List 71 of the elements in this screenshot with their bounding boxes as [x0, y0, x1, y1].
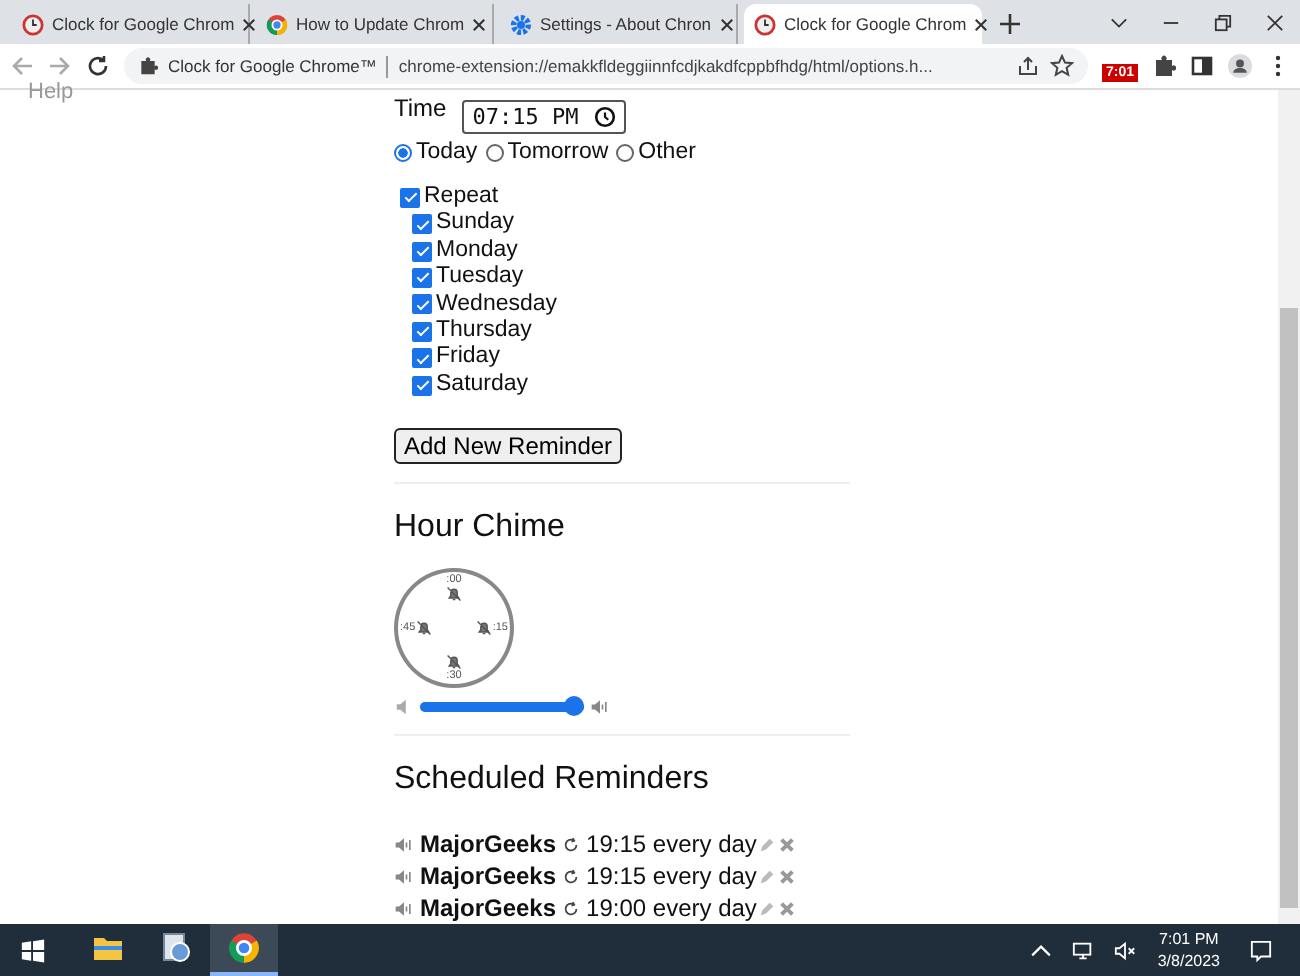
- browser-tab[interactable]: How to Update Chrom: [256, 4, 494, 44]
- gear-icon: [510, 13, 532, 35]
- folder-icon: [92, 932, 124, 964]
- repeat-checkbox[interactable]: Repeat: [400, 184, 499, 211]
- radio-option[interactable]: Tomorrow: [485, 140, 609, 164]
- repeat-icon: [562, 899, 581, 917]
- delete-icon[interactable]: [778, 867, 797, 885]
- close-icon[interactable]: [719, 17, 734, 31]
- browser-tab[interactable]: Clock for Google Chrom: [12, 4, 250, 44]
- clock-icon: [594, 106, 617, 128]
- day-checkbox[interactable]: Wednesday: [412, 291, 558, 319]
- repeat-icon: [562, 867, 581, 885]
- day-checkbox[interactable]: Thursday: [412, 318, 532, 345]
- delete-icon[interactable]: [778, 835, 797, 853]
- puzzle-icon: [138, 56, 158, 76]
- add-reminder-button[interactable]: Add New Reminder: [394, 428, 623, 465]
- repeat-icon: [562, 835, 581, 853]
- restore-icon[interactable]: [1214, 14, 1232, 32]
- sidebar-icon[interactable]: [1190, 54, 1214, 78]
- volume-high-icon: [590, 697, 610, 715]
- time-field[interactable]: 07:15 PM: [462, 100, 627, 134]
- network-icon[interactable]: [1071, 939, 1094, 961]
- delete-icon[interactable]: [778, 899, 797, 917]
- day-checkbox[interactable]: Saturday: [412, 371, 529, 399]
- browser-tab[interactable]: Clock for Google Chrom: [744, 4, 982, 44]
- speaker-icon[interactable]: [394, 899, 414, 917]
- new-tab-icon[interactable]: [1000, 14, 1020, 34]
- close-icon[interactable]: [974, 17, 989, 31]
- reload-icon[interactable]: [86, 54, 110, 78]
- share-icon[interactable]: [1015, 54, 1040, 78]
- url-text: chrome-extension://emakkfldeggiinnfcdjkakdfcppbfhdg/html/options.h...: [398, 56, 935, 76]
- time-label: Time: [394, 94, 447, 122]
- start-icon[interactable]: [20, 937, 46, 963]
- reminder-schedule: 19:15 every day: [586, 860, 757, 892]
- profile-icon[interactable]: [1228, 54, 1252, 78]
- radio-option[interactable]: Other: [616, 140, 696, 164]
- chevron-down-icon[interactable]: [1110, 14, 1128, 32]
- browser-tab[interactable]: Settings - About Chron: [500, 4, 738, 44]
- reminder-name: MajorGeeks: [420, 860, 557, 892]
- section-heading: Hour Chime: [394, 510, 565, 547]
- taskbar-date[interactable]: 3/8/2023: [1157, 950, 1220, 972]
- day-checkbox[interactable]: Friday: [412, 344, 500, 372]
- reminder-schedule: 19:15 every day: [586, 828, 757, 860]
- clock-icon: [22, 13, 44, 35]
- reminder-name: MajorGeeks: [420, 892, 557, 924]
- speaker-icon[interactable]: [394, 835, 414, 853]
- app-icon: [160, 932, 192, 964]
- close-icon[interactable]: [1266, 14, 1284, 32]
- radio-option[interactable]: Today: [394, 140, 478, 164]
- puzzle-icon[interactable]: [1152, 54, 1176, 78]
- scrollbar[interactable]: [1278, 90, 1300, 924]
- day-checkbox[interactable]: Tuesday: [412, 264, 524, 292]
- reminder-name: MajorGeeks: [420, 828, 557, 860]
- chrome-icon: [266, 13, 288, 35]
- taskbar-time[interactable]: 7:01 PM: [1159, 928, 1219, 950]
- notification-icon[interactable]: [1250, 939, 1272, 961]
- address-bar[interactable]: Clock for Google Chrome™ chrome-extension://emakkfldeggiinnfcdjkakdfcppbfhdg/html/options.h...: [124, 48, 1088, 84]
- day-checkbox[interactable]: Sunday: [412, 210, 515, 238]
- clock-icon: [754, 13, 776, 35]
- close-icon[interactable]: [242, 17, 257, 31]
- close-icon[interactable]: [472, 17, 487, 31]
- chrome-icon: [228, 932, 260, 964]
- day-checkbox[interactable]: Monday: [412, 237, 518, 265]
- volume-slider[interactable]: [420, 696, 584, 716]
- site-label: Clock for Google Chrome™: [168, 56, 377, 76]
- reminder-schedule: 19:00 every day: [586, 892, 757, 924]
- speaker-muted-icon[interactable]: [1113, 939, 1136, 961]
- star-icon[interactable]: [1049, 54, 1074, 78]
- taskbar-app[interactable]: [210, 924, 278, 976]
- speaker-icon[interactable]: [394, 867, 414, 885]
- section-heading: Scheduled Reminders: [394, 762, 709, 798]
